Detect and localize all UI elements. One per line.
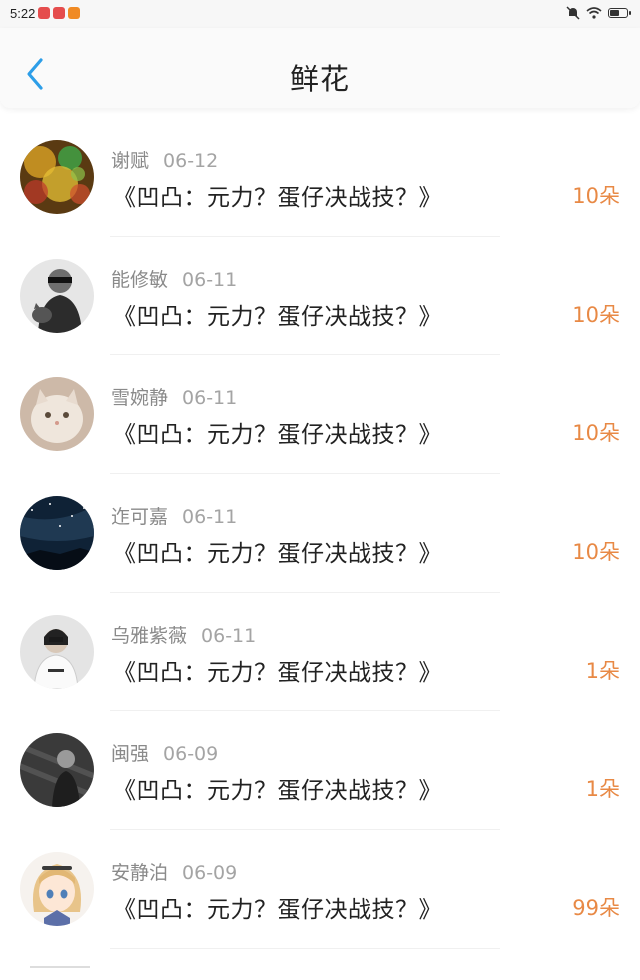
date: 06-12: [163, 150, 219, 172]
list-item[interactable]: 闽强 06-09 《凹凸：元力？蛋仔决战技？》 1朵: [0, 711, 640, 831]
colorful-bokeh-avatar: [20, 140, 94, 214]
date: 06-09: [163, 743, 219, 766]
user-name[interactable]: 能修敏: [111, 269, 168, 291]
date: 06-11: [182, 506, 238, 529]
avatar[interactable]: [20, 614, 94, 689]
avatar[interactable]: [20, 496, 94, 571]
flower-count: 1朵: [585, 658, 620, 683]
flower-count: 10朵: [572, 184, 620, 208]
battery-icon: [608, 8, 631, 18]
app-badge-icon: [53, 7, 65, 19]
row-meta: 谢赋 06-12: [111, 146, 218, 173]
row-meta: 雪婉静 06-11: [111, 383, 237, 410]
user-name[interactable]: 迮可嘉: [111, 506, 168, 528]
status-icons: [566, 6, 631, 20]
starry-night-avatar: [20, 496, 94, 571]
user-name[interactable]: 乌雅紫薇: [111, 625, 187, 647]
date: 06-11: [182, 268, 238, 291]
flower-count: 1朵: [585, 777, 620, 802]
book-title[interactable]: 《凹凸：元力？蛋仔决战技？》: [113, 534, 442, 568]
row-meta: 能修敏 06-11: [111, 265, 237, 292]
user-name[interactable]: 雪婉静: [111, 387, 168, 409]
page-title: 鲜花: [289, 62, 350, 96]
fluffy-cat-avatar: [20, 377, 94, 452]
girl-in-white-hoodie-avatar: [20, 614, 94, 689]
list-item[interactable]: 能修敏 06-11 《凹凸：元力？蛋仔决战技？》 10朵: [0, 237, 640, 356]
avatar[interactable]: [20, 377, 94, 452]
bw-woman-avatar: [20, 733, 94, 808]
book-title[interactable]: 《凹凸：元力？蛋仔决战技？》: [113, 415, 442, 449]
row-meta: 闽强 06-09: [111, 739, 218, 766]
book-title[interactable]: 《凹凸：元力？蛋仔决战技？》: [113, 890, 442, 924]
wifi-icon: [586, 7, 602, 19]
status-bar: 5:22: [0, 0, 640, 28]
book-title[interactable]: 《凹凸：元力？蛋仔决战技？》: [113, 178, 442, 212]
list-item[interactable]: 雪婉静 06-11 《凹凸：元力？蛋仔决战技？》 10朵: [0, 355, 640, 475]
flower-count: 99朵: [572, 896, 620, 921]
row-meta: 迮可嘉 06-11: [111, 502, 237, 529]
avatar[interactable]: [20, 258, 94, 333]
date: 06-09: [182, 862, 238, 885]
row-meta: 安静泊 06-09: [111, 858, 237, 885]
avatar[interactable]: [20, 140, 94, 214]
user-name[interactable]: 安静泊: [111, 862, 168, 884]
mute-bell-icon: [566, 6, 580, 20]
app-badge-icon: [38, 7, 50, 19]
flower-list: 谢赋 06-12 《凹凸：元力？蛋仔决战技？》 10朵 能修敏 06-11 《凹凸：…: [0, 118, 640, 949]
date: 06-11: [182, 387, 238, 410]
anime-girl-avatar: [20, 852, 94, 927]
list-item[interactable]: 迮可嘉 06-11 《凹凸：元力？蛋仔决战技？》 10朵: [0, 474, 640, 593]
status-time: 5:22: [10, 6, 36, 21]
bw-person-with-cat-avatar: [20, 258, 94, 333]
app-badge-icon: [68, 7, 80, 19]
divider: [110, 947, 500, 949]
user-name[interactable]: 闽强: [111, 743, 149, 765]
avatar[interactable]: [20, 733, 94, 808]
list-item[interactable]: 安静泊 06-09 《凹凸：元力？蛋仔决战技？》 99朵: [0, 830, 640, 949]
flower-count: 10朵: [572, 302, 620, 327]
user-name[interactable]: 谢赋: [111, 150, 149, 172]
book-title[interactable]: 《凹凸：元力？蛋仔决战技？》: [113, 771, 442, 805]
book-title[interactable]: 《凹凸：元力？蛋仔决战技？》: [113, 653, 442, 687]
flower-count: 10朵: [572, 421, 620, 446]
avatar[interactable]: [20, 852, 94, 927]
flower-count: 10朵: [572, 540, 620, 565]
nav-bar: 鲜花: [0, 28, 640, 108]
row-meta: 乌雅紫薇 06-11: [111, 621, 256, 648]
status-app-badges: [38, 7, 80, 19]
list-item[interactable]: 乌雅紫薇 06-11 《凹凸：元力？蛋仔决战技？》 1朵: [0, 593, 640, 712]
date: 06-11: [201, 624, 257, 647]
list-item[interactable]: 谢赋 06-12 《凹凸：元力？蛋仔决战技？》 10朵: [0, 118, 640, 237]
book-title[interactable]: 《凹凸：元力？蛋仔决战技？》: [113, 297, 442, 331]
